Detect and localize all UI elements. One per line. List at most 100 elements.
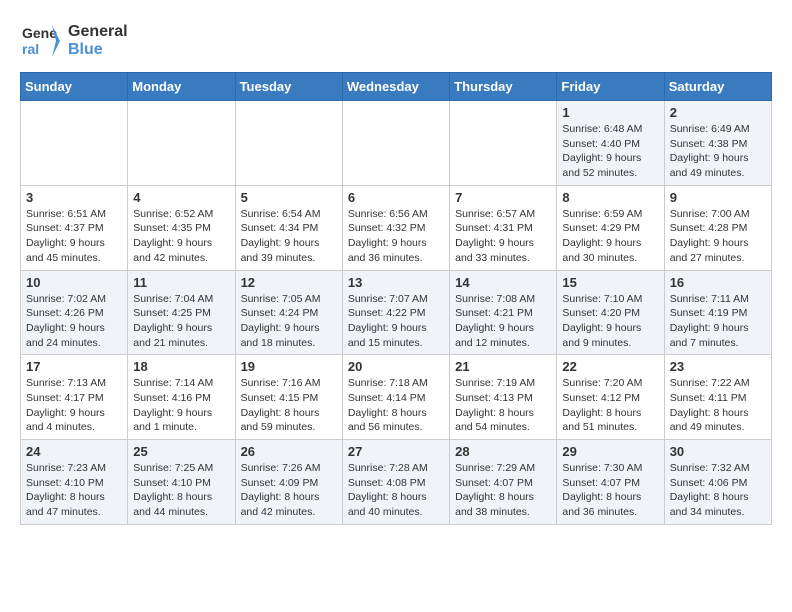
day-number: 30	[670, 444, 766, 459]
day-number: 13	[348, 275, 444, 290]
day-info: Sunrise: 7:08 AM Sunset: 4:21 PM Dayligh…	[455, 292, 551, 351]
day-number: 5	[241, 190, 337, 205]
day-number: 7	[455, 190, 551, 205]
day-number: 12	[241, 275, 337, 290]
day-info: Sunrise: 7:11 AM Sunset: 4:19 PM Dayligh…	[670, 292, 766, 351]
calendar-cell: 23 Sunrise: 7:22 AM Sunset: 4:11 PM Dayli…	[664, 355, 771, 440]
day-number: 24	[26, 444, 122, 459]
day-number: 21	[455, 359, 551, 374]
day-number: 19	[241, 359, 337, 374]
day-info: Sunrise: 7:00 AM Sunset: 4:28 PM Dayligh…	[670, 207, 766, 266]
day-info: Sunrise: 7:10 AM Sunset: 4:20 PM Dayligh…	[562, 292, 658, 351]
calendar-cell	[21, 101, 128, 186]
day-number: 22	[562, 359, 658, 374]
day-info: Sunrise: 7:20 AM Sunset: 4:12 PM Dayligh…	[562, 376, 658, 435]
day-info: Sunrise: 7:13 AM Sunset: 4:17 PM Dayligh…	[26, 376, 122, 435]
day-info: Sunrise: 6:52 AM Sunset: 4:35 PM Dayligh…	[133, 207, 229, 266]
col-header-thursday: Thursday	[450, 73, 557, 101]
logo-blue: Blue	[68, 41, 128, 59]
day-info: Sunrise: 7:05 AM Sunset: 4:24 PM Dayligh…	[241, 292, 337, 351]
calendar-cell: 1 Sunrise: 6:48 AM Sunset: 4:40 PM Daylig…	[557, 101, 664, 186]
calendar-cell: 28Sunrise: 7:29 AM Sunset: 4:07 PM Dayli…	[450, 440, 557, 525]
calendar-cell: 19 Sunrise: 7:16 AM Sunset: 4:15 PM Dayli…	[235, 355, 342, 440]
logo-general: General	[68, 23, 128, 41]
calendar-cell: 14 Sunrise: 7:08 AM Sunset: 4:21 PM Dayli…	[450, 270, 557, 355]
col-header-saturday: Saturday	[664, 73, 771, 101]
calendar-cell: 29 Sunrise: 7:30 AM Sunset: 4:07 PM Dayli…	[557, 440, 664, 525]
day-number: 2	[670, 105, 766, 120]
day-info: Sunrise: 7:28 AM Sunset: 4:08 PM Dayligh…	[348, 461, 444, 520]
calendar-table: SundayMondayTuesdayWednesdayThursdayFrid…	[20, 72, 772, 525]
calendar-cell: 8 Sunrise: 6:59 AM Sunset: 4:29 PM Daylig…	[557, 185, 664, 270]
calendar-cell: 25 Sunrise: 7:25 AM Sunset: 4:10 PM Dayli…	[128, 440, 235, 525]
day-number: 10	[26, 275, 122, 290]
calendar-cell: 21 Sunrise: 7:19 AM Sunset: 4:13 PM Dayli…	[450, 355, 557, 440]
calendar-cell: 7 Sunrise: 6:57 AM Sunset: 4:31 PM Daylig…	[450, 185, 557, 270]
day-number: 17	[26, 359, 122, 374]
day-number: 1	[562, 105, 658, 120]
day-number: 26	[241, 444, 337, 459]
svg-text:ral: ral	[22, 41, 39, 57]
calendar-cell: 11Sunrise: 7:04 AM Sunset: 4:25 PM Dayli…	[128, 270, 235, 355]
calendar-cell: 26Sunrise: 7:26 AM Sunset: 4:09 PM Dayli…	[235, 440, 342, 525]
calendar-cell: 22 Sunrise: 7:20 AM Sunset: 4:12 PM Dayli…	[557, 355, 664, 440]
calendar-cell: 10Sunrise: 7:02 AM Sunset: 4:26 PM Dayli…	[21, 270, 128, 355]
day-info: Sunrise: 6:56 AM Sunset: 4:32 PM Dayligh…	[348, 207, 444, 266]
calendar-cell: 5Sunrise: 6:54 AM Sunset: 4:34 PM Daylig…	[235, 185, 342, 270]
calendar-cell: 2 Sunrise: 6:49 AM Sunset: 4:38 PM Daylig…	[664, 101, 771, 186]
calendar-cell: 6 Sunrise: 6:56 AM Sunset: 4:32 PM Daylig…	[342, 185, 449, 270]
day-info: Sunrise: 7:22 AM Sunset: 4:11 PM Dayligh…	[670, 376, 766, 435]
calendar-cell: 24 Sunrise: 7:23 AM Sunset: 4:10 PM Dayli…	[21, 440, 128, 525]
calendar-cell	[342, 101, 449, 186]
day-info: Sunrise: 6:49 AM Sunset: 4:38 PM Dayligh…	[670, 122, 766, 181]
day-info: Sunrise: 7:32 AM Sunset: 4:06 PM Dayligh…	[670, 461, 766, 520]
day-number: 18	[133, 359, 229, 374]
svg-text:Gene: Gene	[22, 25, 57, 41]
day-number: 14	[455, 275, 551, 290]
logo-svg: Gene ral	[20, 20, 62, 62]
calendar-cell: 9 Sunrise: 7:00 AM Sunset: 4:28 PM Daylig…	[664, 185, 771, 270]
calendar-cell: 13 Sunrise: 7:07 AM Sunset: 4:22 PM Dayli…	[342, 270, 449, 355]
day-number: 25	[133, 444, 229, 459]
calendar-cell: 27 Sunrise: 7:28 AM Sunset: 4:08 PM Dayli…	[342, 440, 449, 525]
calendar-cell: 17 Sunrise: 7:13 AM Sunset: 4:17 PM Dayli…	[21, 355, 128, 440]
day-info: Sunrise: 7:23 AM Sunset: 4:10 PM Dayligh…	[26, 461, 122, 520]
day-number: 8	[562, 190, 658, 205]
logo: Gene ral General Blue	[20, 20, 128, 62]
day-info: Sunrise: 7:16 AM Sunset: 4:15 PM Dayligh…	[241, 376, 337, 435]
calendar-cell: 18 Sunrise: 7:14 AM Sunset: 4:16 PM Dayli…	[128, 355, 235, 440]
calendar-cell: 3 Sunrise: 6:51 AM Sunset: 4:37 PM Daylig…	[21, 185, 128, 270]
calendar-cell: 30 Sunrise: 7:32 AM Sunset: 4:06 PM Dayli…	[664, 440, 771, 525]
day-info: Sunrise: 7:14 AM Sunset: 4:16 PM Dayligh…	[133, 376, 229, 435]
day-number: 27	[348, 444, 444, 459]
header: Gene ral General Blue	[20, 20, 772, 62]
day-info: Sunrise: 6:57 AM Sunset: 4:31 PM Dayligh…	[455, 207, 551, 266]
day-info: Sunrise: 7:25 AM Sunset: 4:10 PM Dayligh…	[133, 461, 229, 520]
day-number: 15	[562, 275, 658, 290]
calendar-cell: 16 Sunrise: 7:11 AM Sunset: 4:19 PM Dayli…	[664, 270, 771, 355]
day-number: 4	[133, 190, 229, 205]
day-number: 29	[562, 444, 658, 459]
calendar-cell	[128, 101, 235, 186]
col-header-monday: Monday	[128, 73, 235, 101]
day-info: Sunrise: 7:19 AM Sunset: 4:13 PM Dayligh…	[455, 376, 551, 435]
day-info: Sunrise: 7:30 AM Sunset: 4:07 PM Dayligh…	[562, 461, 658, 520]
day-info: Sunrise: 6:48 AM Sunset: 4:40 PM Dayligh…	[562, 122, 658, 181]
day-info: Sunrise: 7:07 AM Sunset: 4:22 PM Dayligh…	[348, 292, 444, 351]
day-number: 23	[670, 359, 766, 374]
calendar-cell: 15 Sunrise: 7:10 AM Sunset: 4:20 PM Dayli…	[557, 270, 664, 355]
col-header-wednesday: Wednesday	[342, 73, 449, 101]
col-header-tuesday: Tuesday	[235, 73, 342, 101]
col-header-friday: Friday	[557, 73, 664, 101]
day-number: 9	[670, 190, 766, 205]
day-number: 3	[26, 190, 122, 205]
day-number: 6	[348, 190, 444, 205]
day-number: 20	[348, 359, 444, 374]
calendar-cell	[235, 101, 342, 186]
calendar-cell	[450, 101, 557, 186]
calendar-cell: 4 Sunrise: 6:52 AM Sunset: 4:35 PM Daylig…	[128, 185, 235, 270]
day-info: Sunrise: 6:59 AM Sunset: 4:29 PM Dayligh…	[562, 207, 658, 266]
day-number: 11	[133, 275, 229, 290]
day-number: 16	[670, 275, 766, 290]
day-info: Sunrise: 6:51 AM Sunset: 4:37 PM Dayligh…	[26, 207, 122, 266]
